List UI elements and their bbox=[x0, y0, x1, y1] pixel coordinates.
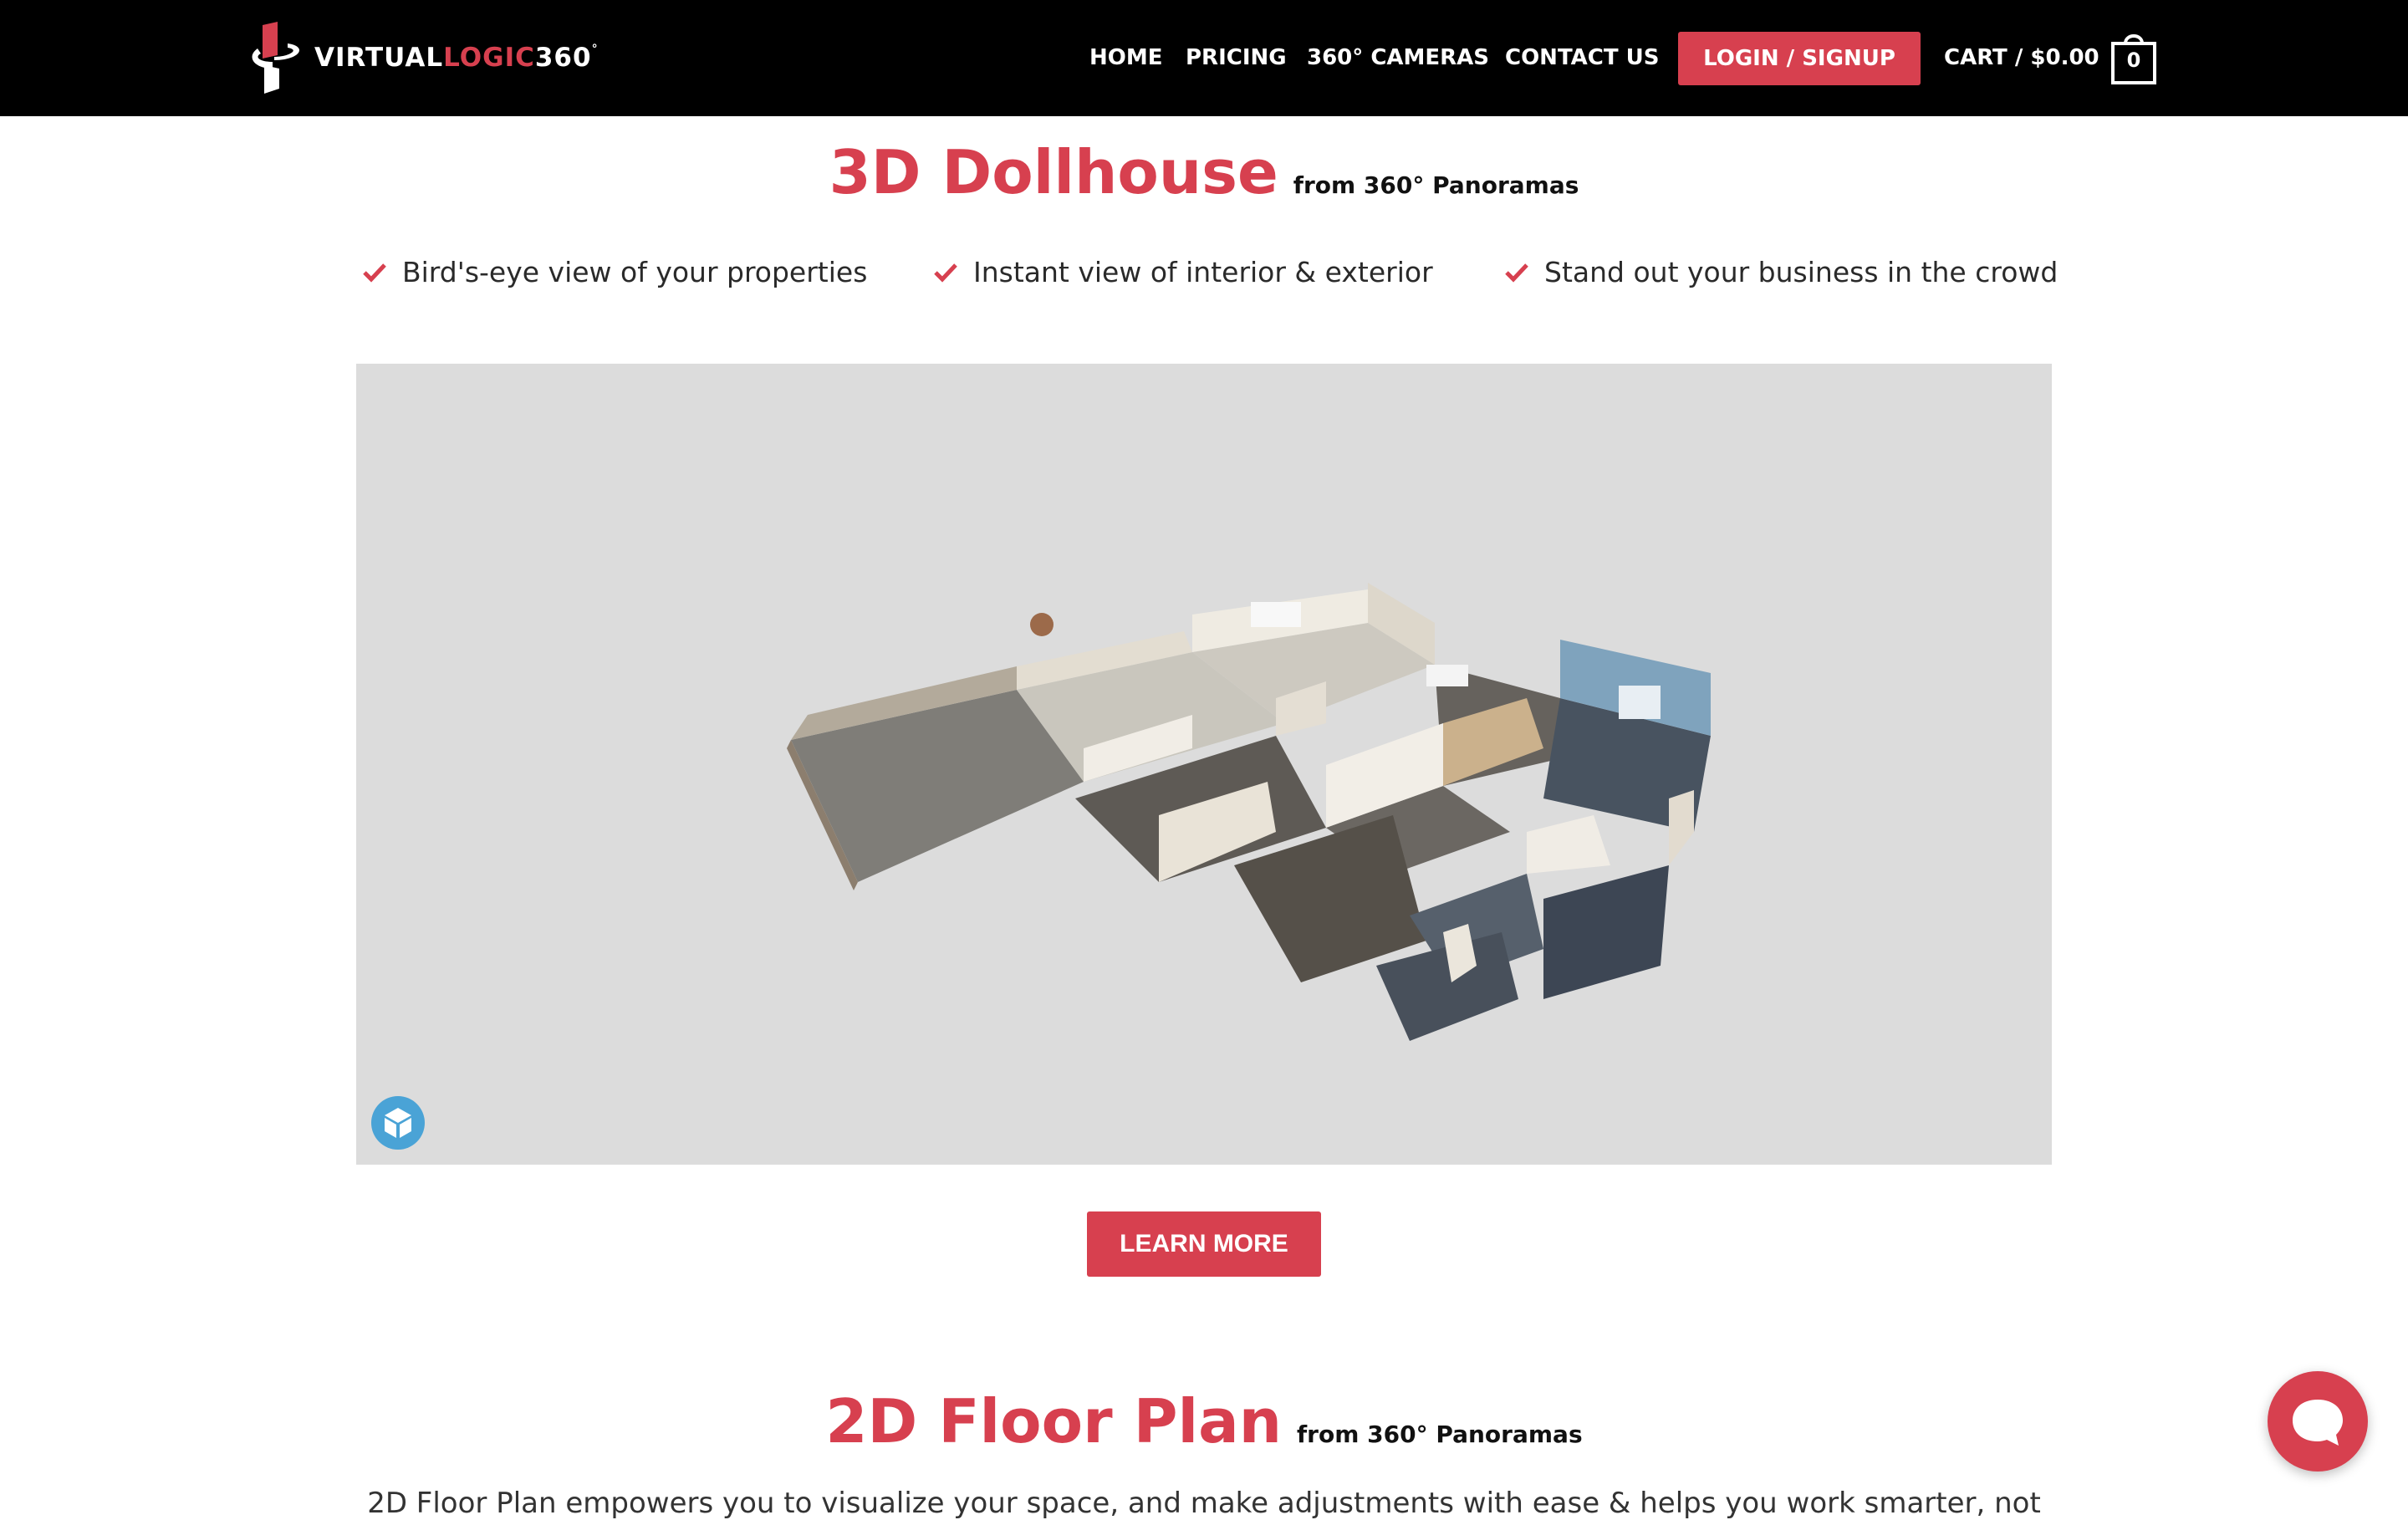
learn-more-button[interactable]: LEARN MORE bbox=[1087, 1211, 1321, 1277]
dollhouse-heading: 3D Dollhouse from 360° Panoramas bbox=[0, 137, 2408, 207]
floorplan-title: 2D Floor Plan bbox=[825, 1386, 1282, 1456]
feature-text: Stand out your business in the crowd bbox=[1544, 256, 2059, 288]
cube-icon[interactable] bbox=[371, 1096, 425, 1150]
check-icon bbox=[934, 263, 957, 283]
dollhouse-viewer[interactable]: /* center hallway */ bbox=[356, 364, 2052, 1165]
chat-bubble-icon bbox=[2293, 1400, 2343, 1446]
login-signup-button[interactable]: LOGIN / SIGNUP bbox=[1678, 32, 1921, 85]
cart-count-badge: 0 bbox=[2126, 48, 2141, 72]
feature-item: Stand out your business in the crowd bbox=[1504, 256, 2058, 288]
chat-button[interactable] bbox=[2268, 1371, 2368, 1472]
logo-text: VIRTUALLOGIC360° bbox=[314, 43, 599, 73]
nav-contact-us[interactable]: CONTACT US bbox=[1505, 45, 1660, 70]
site-logo[interactable]: VIRTUALLOGIC360° bbox=[249, 22, 599, 94]
feature-item: Instant view of interior & exterior bbox=[933, 256, 1433, 288]
feature-text: Instant view of interior & exterior bbox=[973, 256, 1433, 288]
floorplan-heading: 2D Floor Plan from 360° Panoramas bbox=[0, 1386, 2408, 1456]
nav-home[interactable]: HOME bbox=[1089, 45, 1163, 70]
dollhouse-model[interactable]: /* center hallway */ bbox=[356, 364, 2052, 1165]
dollhouse-title: 3D Dollhouse bbox=[829, 137, 1278, 207]
check-icon bbox=[363, 263, 386, 283]
check-icon bbox=[1505, 263, 1528, 283]
cart-link[interactable]: CART / $0.00 bbox=[1944, 45, 2099, 70]
nav-360-cameras[interactable]: 360° CAMERAS bbox=[1307, 45, 1489, 70]
nav-pricing[interactable]: PRICING bbox=[1186, 45, 1287, 70]
site-header: VIRTUALLOGIC360° HOME PRICING 360° CAMER… bbox=[0, 0, 2408, 116]
feature-text: Bird's-eye view of your properties bbox=[402, 256, 868, 288]
logo-icon bbox=[252, 22, 299, 94]
feature-item: Bird's-eye view of your properties bbox=[362, 256, 867, 288]
floorplan-description: 2D Floor Plan empowers you to visualize … bbox=[367, 1487, 2041, 1520]
floorplan-subtitle: from 360° Panoramas bbox=[1296, 1421, 1583, 1448]
dollhouse-subtitle: from 360° Panoramas bbox=[1293, 171, 1579, 199]
